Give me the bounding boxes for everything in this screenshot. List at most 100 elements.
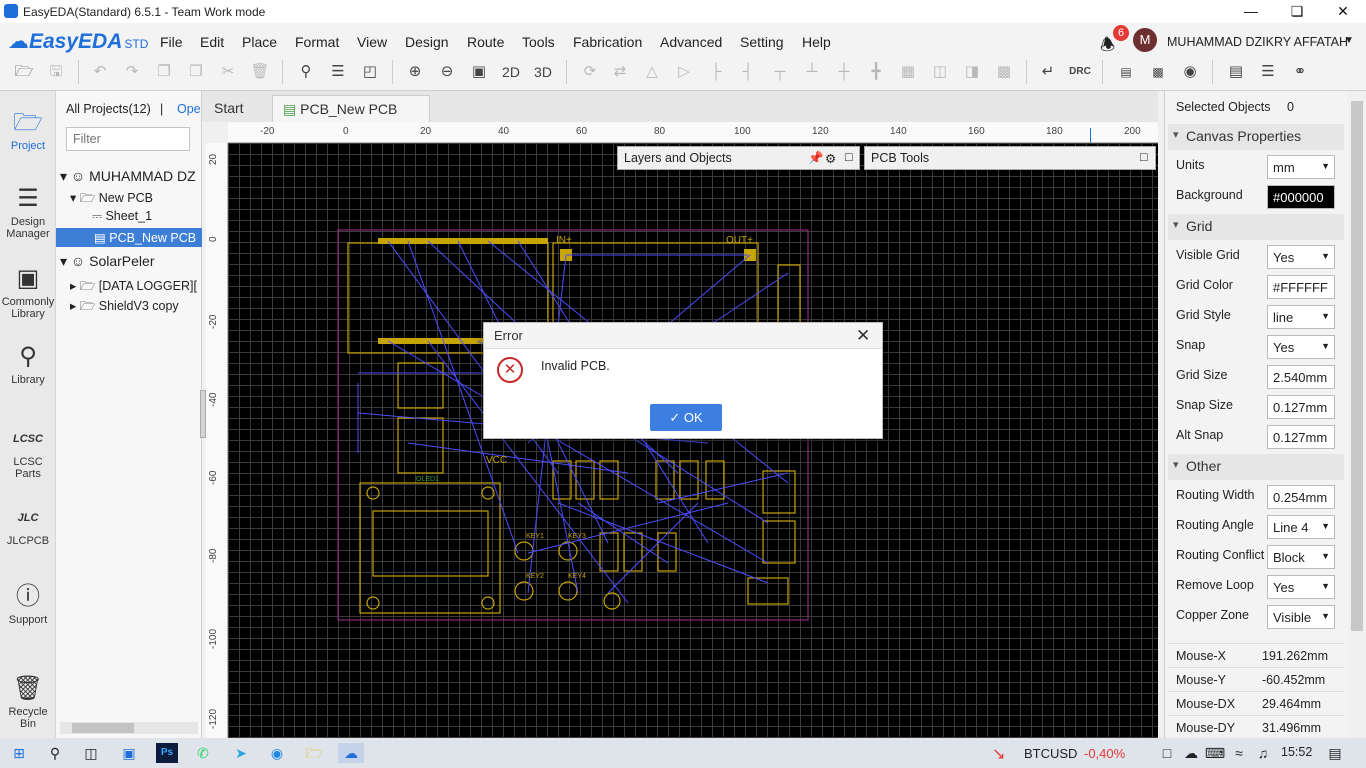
zoom-in-icon[interactable]: ⊕ (403, 61, 427, 83)
grid-style-select[interactable]: line (1267, 305, 1335, 329)
volume-icon[interactable]: ♫ (1252, 743, 1274, 763)
pcb-tools-panel-header[interactable]: PCB Tools □ (864, 146, 1156, 170)
redo-icon[interactable]: ↷ (120, 61, 144, 83)
search-icon[interactable]: ⚲ (294, 61, 318, 83)
menu-design[interactable]: Design (405, 34, 449, 50)
search-icon[interactable]: ⚲ (44, 743, 66, 763)
grid-align-icon[interactable]: ▦ (896, 61, 920, 83)
telegram-icon[interactable]: ➤ (230, 743, 252, 763)
menu-setting[interactable]: Setting (740, 34, 784, 50)
cut-icon[interactable]: ✂ (216, 61, 240, 83)
project-hscrollbar[interactable] (60, 722, 198, 734)
align-center-v-icon[interactable]: ╋ (864, 61, 888, 83)
copper-zone-select[interactable]: Visible (1267, 605, 1335, 629)
canvas-properties-section[interactable]: Canvas Properties (1168, 124, 1344, 150)
user-name[interactable]: MUHAMMAD DZIKRY AFFATAH (1167, 35, 1348, 49)
properties-scrollbar[interactable] (1348, 91, 1366, 738)
copy-icon[interactable]: ❐ (152, 61, 176, 83)
units-select[interactable]: mm (1267, 155, 1335, 179)
menu-help[interactable]: Help (802, 34, 831, 50)
erase-icon[interactable]: ◰ (358, 61, 382, 83)
undo-icon[interactable]: ↶ (88, 61, 112, 83)
open-link[interactable]: Ope (177, 102, 201, 116)
brand-logo[interactable]: ☁EasyEDA STD (8, 29, 148, 54)
windows-start-icon[interactable]: ⊞ (8, 743, 30, 763)
tree-team[interactable]: ▾ ☺ SolarPeler (60, 253, 202, 270)
file-explorer-icon[interactable]: 🗁 (303, 743, 325, 763)
grid-section[interactable]: Grid (1168, 214, 1344, 240)
layers-panel-header[interactable]: Layers and Objects 📌 ⚙ □ (617, 146, 860, 170)
menu-file[interactable]: File (160, 34, 183, 50)
group-icon[interactable]: ▩ (992, 61, 1016, 83)
grid-size-input[interactable]: 2.540mm (1267, 365, 1335, 389)
rotate-icon[interactable]: ⟳ (578, 61, 602, 83)
menu-route[interactable]: Route (467, 34, 504, 50)
maximize-button[interactable]: ❏ (1274, 0, 1320, 23)
mirror-icon[interactable]: △ (640, 61, 664, 83)
menu-advanced[interactable]: Advanced (660, 34, 722, 50)
align-left-icon[interactable]: ├ (704, 61, 728, 83)
align-top-icon[interactable]: ┬ (768, 61, 792, 83)
close-window-button[interactable]: ✕ (1320, 0, 1366, 23)
menu-edit[interactable]: Edit (200, 34, 224, 50)
grid-color-input[interactable]: #FFFFFF (1267, 275, 1335, 299)
pin-icon[interactable]: 📌 (808, 151, 824, 166)
drc-button[interactable]: DRC (1068, 61, 1092, 83)
tab-pcb[interactable]: ▤ PCB_New PCB (272, 95, 430, 122)
share-icon[interactable]: ⚭ (1288, 61, 1312, 83)
nav-lcsc-parts[interactable]: LCSC LCSC Parts (0, 424, 56, 480)
all-projects-link[interactable]: All Projects(12) (66, 102, 151, 116)
nav-jlcpcb[interactable]: JLC JLCPCB (0, 503, 56, 547)
other-section[interactable]: Other (1168, 454, 1344, 480)
photoshop-icon[interactable]: Ps (156, 743, 178, 763)
open-folder-icon[interactable]: 🗁 (12, 61, 36, 83)
bom-icon[interactable]: ▤ (1114, 61, 1138, 83)
display-icon[interactable]: □ (1156, 743, 1178, 763)
camera-icon[interactable]: ◉ (1178, 61, 1202, 83)
whatsapp-icon[interactable]: ✆ (192, 743, 214, 763)
menu-fabrication[interactable]: Fabrication (573, 34, 642, 50)
layers-icon[interactable]: ☰ (1256, 61, 1280, 83)
menu-tools[interactable]: Tools (522, 34, 555, 50)
ticker-name[interactable]: BTCUSD (1024, 746, 1077, 761)
paste-icon[interactable]: ❒ (184, 61, 208, 83)
routing-conflict-select[interactable]: Block (1267, 545, 1335, 569)
nav-library[interactable]: ⚲ Library (0, 342, 56, 386)
tree-folder-shield[interactable]: ▸ 🗁 ShieldV3 copy (70, 297, 202, 318)
menu-format[interactable]: Format (295, 34, 339, 50)
minimize-button[interactable]: — (1228, 0, 1274, 23)
ok-button[interactable]: ✓ OK (650, 404, 722, 431)
distribute-v-icon[interactable]: ◨ (960, 61, 984, 83)
nav-commonly-library[interactable]: ▣ Commonly Library (0, 264, 56, 320)
save-icon[interactable]: 🖫 (44, 61, 68, 83)
clock[interactable]: 15:52 (1281, 745, 1312, 759)
nav-recycle-bin[interactable]: 🗑 Recycle Bin (0, 674, 56, 730)
background-color-input[interactable]: #000000 (1267, 185, 1335, 209)
maximize-icon[interactable]: □ (1140, 150, 1148, 164)
edge-icon[interactable]: ◉ (266, 743, 288, 763)
align-center-h-icon[interactable]: ┼ (832, 61, 856, 83)
visible-grid-select[interactable]: Yes (1267, 245, 1335, 269)
routing-width-input[interactable]: 0.254mm (1267, 485, 1335, 509)
notifications-icon[interactable]: ▤ (1324, 743, 1346, 763)
snap-select[interactable]: Yes (1267, 335, 1335, 359)
tree-folder-new-pcb[interactable]: ▾ 🗁 New PCB (70, 189, 202, 210)
nav-support[interactable]: ⓘ Support (0, 582, 56, 626)
ime-icon[interactable]: ⌨ (1204, 743, 1226, 763)
align-right-icon[interactable]: ┤ (736, 61, 760, 83)
zoom-out-icon[interactable]: ⊖ (435, 61, 459, 83)
chevron-down-icon[interactable]: ▼ (1344, 35, 1354, 46)
nav-project[interactable]: 🗁 Project (0, 108, 56, 152)
routing-angle-select[interactable]: Line 4 (1267, 515, 1335, 539)
view-3d-button[interactable]: 3D (531, 61, 555, 83)
image-icon[interactable]: ▤ (1224, 61, 1248, 83)
arrow-icon[interactable]: ▷ (672, 61, 696, 83)
wifi-icon[interactable]: ≈ (1228, 743, 1250, 763)
gerber-icon[interactable]: ▩ (1146, 61, 1170, 83)
snap-size-input[interactable]: 0.127mm (1267, 395, 1335, 419)
store-icon[interactable]: ▣ (118, 743, 140, 763)
view-2d-button[interactable]: 2D (499, 61, 523, 83)
align-bottom-icon[interactable]: ┴ (800, 61, 824, 83)
nav-design-manager[interactable]: ☰ Design Manager (0, 184, 56, 240)
gear-icon[interactable]: ⚙ (825, 151, 836, 166)
